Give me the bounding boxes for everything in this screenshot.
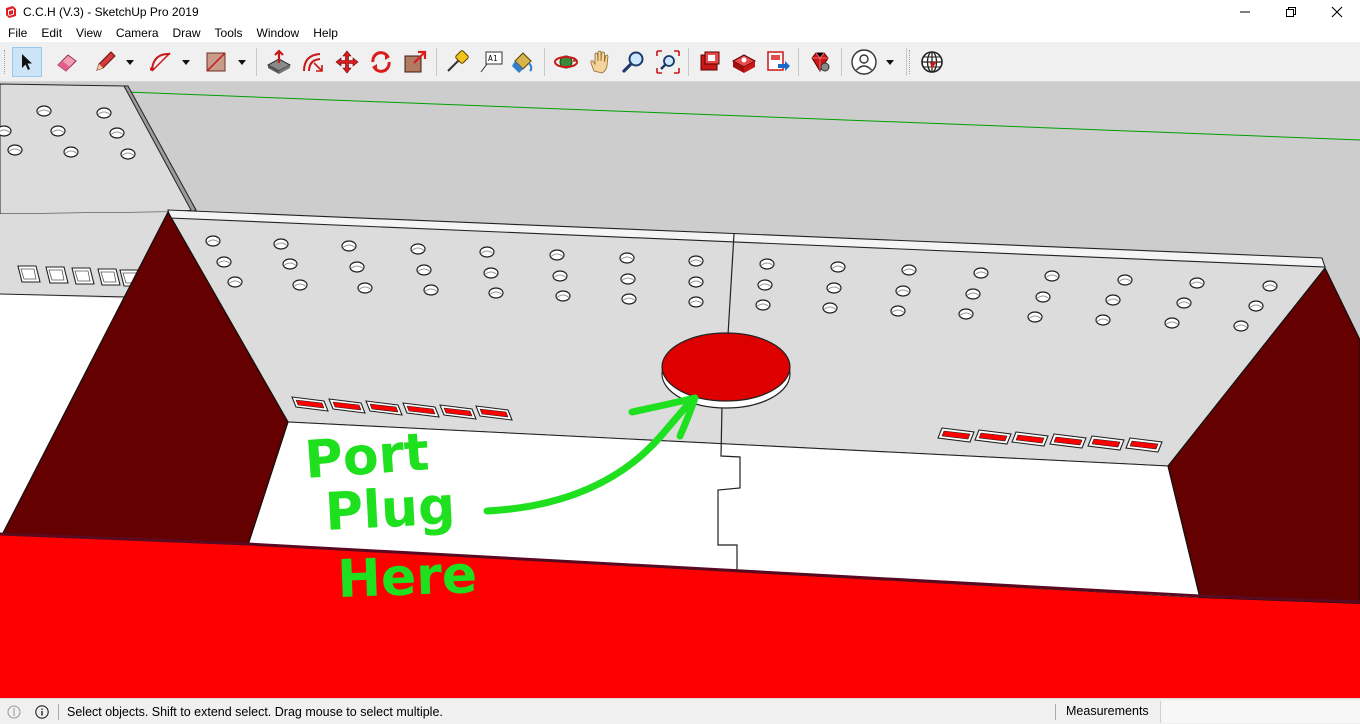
geo-status-icon[interactable] [6, 704, 22, 720]
close-button[interactable] [1314, 0, 1360, 24]
status-divider [58, 703, 59, 720]
toolbar-grip-2[interactable] [909, 50, 912, 74]
svg-text:A1: A1 [488, 54, 498, 63]
paint-bucket-tool-button[interactable] [508, 47, 538, 77]
eraser-icon [57, 54, 77, 72]
geo-location-button[interactable] [917, 47, 947, 77]
menu-edit[interactable]: Edit [34, 24, 69, 42]
sketchup-logo-icon [6, 6, 16, 18]
pencil-icon [96, 51, 116, 71]
text-icon: A1 [480, 51, 503, 73]
line-tool-dropdown-icon[interactable] [125, 57, 135, 67]
annotation-line-2: Plug [324, 476, 457, 543]
model-viewport[interactable]: Port Plug Here [0, 82, 1360, 698]
info-icon [35, 704, 49, 719]
menu-bar: File Edit View Camera Draw Tools Window … [0, 24, 1360, 42]
arc-tool-dropdown-icon[interactable] [181, 57, 191, 67]
annotation-line-3: Here [336, 545, 478, 610]
rotate-tool-button[interactable] [366, 47, 396, 77]
instructor-button[interactable] [34, 704, 50, 720]
arc-icon [150, 52, 171, 72]
location-icon [7, 705, 21, 718]
hand-icon [590, 50, 609, 74]
arc-tool-button[interactable] [146, 47, 176, 77]
offset-icon [303, 53, 323, 72]
send-to-layout-button[interactable] [763, 47, 793, 77]
menu-camera[interactable]: Camera [109, 24, 166, 42]
zoom-tool-button[interactable] [619, 47, 649, 77]
rotate-icon [371, 51, 391, 73]
tape-measure-tool-button[interactable] [442, 47, 472, 77]
restore-button[interactable] [1268, 0, 1314, 24]
send-to-layout-icon [767, 51, 790, 71]
menu-window[interactable]: Window [250, 24, 307, 42]
move-icon [335, 50, 359, 74]
line-tool-button[interactable] [90, 47, 120, 77]
account-dropdown-icon[interactable] [885, 57, 895, 67]
orbit-tool-button[interactable] [551, 47, 581, 77]
menu-file[interactable]: File [0, 24, 34, 42]
account-button[interactable] [849, 47, 879, 77]
main-toolbar: A1 [0, 42, 1360, 82]
user-icon [851, 49, 877, 75]
offset-tool-button[interactable] [298, 47, 328, 77]
pan-tool-button[interactable] [585, 47, 615, 77]
model-drawing: Port Plug Here [0, 82, 1360, 698]
warehouse-icon [700, 51, 720, 71]
scale-icon [404, 50, 427, 73]
3d-warehouse-button[interactable] [695, 47, 725, 77]
window-title: C.C.H (V.3) - SketchUp Pro 2019 [23, 5, 199, 19]
status-bar: Select objects. Shift to extend select. … [0, 698, 1360, 724]
minimize-button[interactable] [1222, 0, 1268, 24]
text-tool-button[interactable]: A1 [476, 47, 506, 77]
rectangle-tool-button[interactable] [201, 47, 231, 77]
push-pull-tool-button[interactable] [264, 47, 294, 77]
title-bar: C.C.H (V.3) - SketchUp Pro 2019 [0, 0, 1360, 24]
menu-tools[interactable]: Tools [208, 24, 250, 42]
measurements-input[interactable] [1160, 701, 1360, 723]
rectangle-tool-dropdown-icon[interactable] [237, 57, 247, 67]
menu-draw[interactable]: Draw [166, 24, 208, 42]
toolbar-grip[interactable] [4, 50, 7, 74]
globe-icon [921, 51, 943, 73]
arrow-cursor-icon [22, 54, 32, 70]
push-pull-icon [266, 49, 292, 74]
zoom-extents-tool-button[interactable] [653, 47, 683, 77]
extension-warehouse-button[interactable] [729, 47, 759, 77]
minimize-icon [1240, 11, 1250, 13]
move-tool-button[interactable] [332, 47, 362, 77]
restore-icon [1286, 7, 1296, 17]
eraser-tool-button[interactable] [52, 47, 82, 77]
scale-tool-button[interactable] [400, 47, 430, 77]
paint-bucket-icon [512, 52, 533, 73]
rectangle-icon [206, 52, 226, 72]
status-message: Select objects. Shift to extend select. … [67, 704, 443, 719]
magnifier-icon [622, 51, 644, 73]
zoom-extents-icon [656, 50, 680, 74]
extension-manager-button[interactable] [805, 47, 835, 77]
menu-help[interactable]: Help [306, 24, 345, 42]
menu-view[interactable]: View [69, 24, 109, 42]
ruby-gem-icon [811, 52, 830, 72]
extension-warehouse-icon [731, 54, 757, 73]
select-tool-button[interactable] [12, 47, 42, 77]
orbit-icon [554, 55, 578, 69]
close-icon [1331, 6, 1343, 18]
measurements-label: Measurements [1066, 704, 1149, 718]
tape-measure-icon [447, 50, 469, 72]
